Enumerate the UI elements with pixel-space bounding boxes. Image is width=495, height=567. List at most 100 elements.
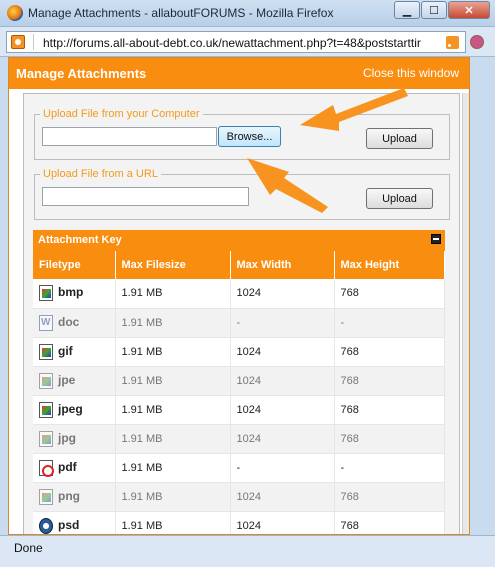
filetype-cell: psd	[33, 511, 116, 534]
browse-button[interactable]: Browse...	[218, 126, 281, 147]
max-height-cell: -	[334, 453, 445, 483]
max-filesize-cell: 1.91 MB	[115, 395, 231, 425]
filetype-cell: pdf	[33, 453, 116, 483]
close-window-button[interactable]: ✕	[448, 1, 490, 19]
table-header-row: Filetype Max Filesize Max Width Max Heig…	[33, 251, 445, 279]
max-height-cell: 768	[334, 366, 445, 396]
url-field[interactable]: http://forums.all-about-debt.co.uk/newat…	[6, 31, 466, 53]
table-row: gif 1.91 MB 1024 768	[33, 337, 445, 367]
max-width-cell: 1024	[230, 366, 335, 396]
window-title-bar: Manage Attachments - allaboutFORUMS - Mo…	[0, 0, 495, 27]
attachment-key-header: Attachment Key	[33, 230, 445, 251]
filetype-label: jpg	[58, 430, 76, 445]
max-width-cell: -	[230, 308, 335, 338]
max-width-cell: 1024	[230, 511, 335, 534]
file-path-input[interactable]	[42, 127, 217, 146]
max-height-cell: 768	[334, 424, 445, 454]
image-file-icon	[39, 430, 53, 447]
filetype-cell: gif	[33, 337, 116, 367]
max-width-cell: -	[230, 453, 335, 483]
vertical-scrollbar[interactable]	[462, 93, 469, 534]
psd-file-icon	[39, 517, 53, 534]
word-doc-icon	[39, 314, 53, 331]
max-filesize-cell: 1.91 MB	[115, 511, 231, 534]
column-header: Max Height	[334, 251, 445, 279]
table-row: pdf 1.91 MB - -	[33, 453, 445, 483]
table-row: psd 1.91 MB 1024 768	[33, 511, 445, 534]
filetype-label: psd	[58, 517, 80, 532]
maximize-button[interactable]: ☐	[421, 1, 447, 19]
filetype-cell: bmp	[33, 279, 116, 309]
max-filesize-cell: 1.91 MB	[115, 366, 231, 396]
address-bar: http://forums.all-about-debt.co.uk/newat…	[0, 27, 495, 57]
divider	[33, 34, 34, 50]
rss-feed-icon[interactable]	[446, 36, 459, 49]
filetype-label: doc	[58, 314, 80, 329]
site-favicon-icon	[11, 35, 25, 49]
column-header: Filetype	[33, 251, 116, 279]
table-row: jpeg 1.91 MB 1024 768	[33, 395, 445, 425]
filetype-cell: doc	[33, 308, 116, 338]
filetype-label: jpe	[58, 372, 76, 387]
attachment-key-title: Attachment Key	[38, 234, 122, 246]
dialog-title: Manage Attachments	[16, 66, 147, 81]
table-row: bmp 1.91 MB 1024 768	[33, 279, 445, 309]
max-filesize-cell: 1.91 MB	[115, 308, 231, 338]
filetype-label: pdf	[58, 459, 77, 474]
filetype-cell: jpeg	[33, 395, 116, 425]
upload-file-button[interactable]: Upload	[366, 128, 433, 149]
status-text: Done	[14, 541, 43, 555]
max-filesize-cell: 1.91 MB	[115, 279, 231, 309]
max-width-cell: 1024	[230, 482, 335, 512]
max-height-cell: 768	[334, 395, 445, 425]
upload-url-legend: Upload File from a URL	[43, 168, 158, 180]
max-width-cell: 1024	[230, 279, 335, 309]
max-width-cell: 1024	[230, 337, 335, 367]
max-width-cell: 1024	[230, 395, 335, 425]
filetype-label: jpeg	[58, 401, 83, 416]
filetype-label: gif	[58, 343, 73, 358]
column-header: Max Width	[230, 251, 335, 279]
url-text: http://forums.all-about-debt.co.uk/newat…	[43, 36, 421, 50]
url-input[interactable]	[42, 187, 249, 206]
upload-computer-legend: Upload File from your Computer	[43, 108, 200, 120]
upload-url-button[interactable]: Upload	[366, 188, 433, 209]
firefox-icon	[7, 5, 23, 21]
max-filesize-cell: 1.91 MB	[115, 453, 231, 483]
column-header: Max Filesize	[115, 251, 231, 279]
max-height-cell: 768	[334, 482, 445, 512]
filetype-cell: jpe	[33, 366, 116, 396]
max-height-cell: 768	[334, 279, 445, 309]
minimize-button[interactable]: ▁	[394, 1, 420, 19]
max-filesize-cell: 1.91 MB	[115, 482, 231, 512]
filetype-label: bmp	[58, 285, 84, 300]
table-row: png 1.91 MB 1024 768	[33, 482, 445, 512]
collapse-icon[interactable]	[431, 234, 441, 244]
image-file-icon	[39, 488, 53, 505]
table-row: jpe 1.91 MB 1024 768	[33, 366, 445, 396]
max-height-cell: -	[334, 308, 445, 338]
max-height-cell: 768	[334, 511, 445, 534]
manage-attachments-dialog: Manage Attachments Close this window Upl…	[8, 57, 470, 535]
close-window-link[interactable]: Close this window	[363, 66, 459, 80]
attachment-key-table: Filetype Max Filesize Max Width Max Heig…	[33, 251, 445, 534]
image-file-icon	[39, 372, 53, 389]
image-file-icon	[39, 285, 53, 302]
max-filesize-cell: 1.91 MB	[115, 424, 231, 454]
window-title: Manage Attachments - allaboutFORUMS - Mo…	[28, 6, 334, 20]
site-identity-icon[interactable]	[470, 35, 484, 49]
max-height-cell: 768	[334, 337, 445, 367]
filetype-cell: png	[33, 482, 116, 512]
window-controls: ▁ ☐ ✕	[393, 1, 490, 20]
filetype-label: png	[58, 488, 80, 503]
pdf-file-icon	[39, 459, 54, 477]
status-bar: Done	[0, 535, 495, 567]
dialog-header: Manage Attachments Close this window	[9, 58, 469, 89]
filetype-cell: jpg	[33, 424, 116, 454]
max-width-cell: 1024	[230, 424, 335, 454]
table-row: doc 1.91 MB - -	[33, 308, 445, 338]
image-file-icon	[39, 401, 53, 418]
image-file-icon	[39, 343, 53, 360]
max-filesize-cell: 1.91 MB	[115, 337, 231, 367]
table-row: jpg 1.91 MB 1024 768	[33, 424, 445, 454]
